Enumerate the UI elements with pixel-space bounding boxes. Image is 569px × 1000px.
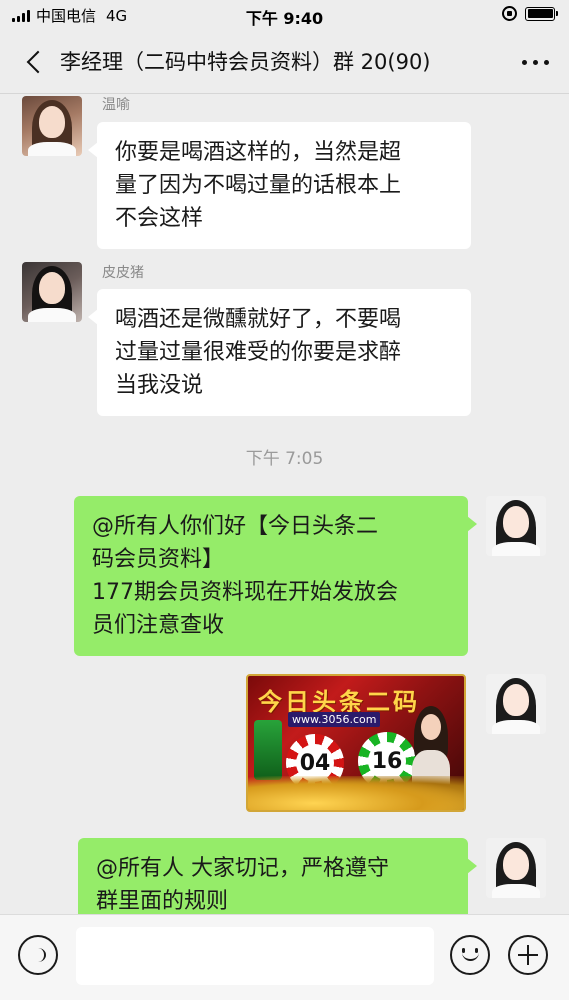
avatar[interactable] (22, 96, 82, 156)
message-line: 177期会员资料现在开始发放会 (92, 580, 398, 605)
sender-name: 皮皮猪 (102, 265, 144, 281)
chat-header: 李经理（二码中特会员资料）群 20(90) (0, 30, 569, 94)
message-bubble[interactable]: @所有人你们好【今日头条二 码会员资料】 177期会员资料现在开始发放会 员们注… (74, 496, 477, 656)
chevron-left-icon[interactable] (26, 50, 46, 74)
message-line: 员们注意查收 (92, 613, 225, 638)
message-line: @所有人 大家切记，严格遵守 (96, 856, 389, 881)
status-bar-right (502, 6, 558, 21)
image-decoration (254, 720, 282, 780)
image-message[interactable]: 今日头条二码 www.3056.com 04 16 (246, 674, 466, 812)
sender-name: 温喻 (102, 97, 130, 113)
message-input[interactable] (76, 927, 434, 985)
chat-title: 李经理（二码中特会员资料）群 20(90) (60, 50, 431, 74)
emoji-icon[interactable] (450, 935, 490, 975)
orientation-lock-icon (502, 6, 517, 21)
my-avatar[interactable] (486, 838, 546, 898)
message-bubble[interactable]: 喝酒还是微醺就好了，不要喝 过量过量很难受的你要是求醉 当我没说 (88, 289, 471, 416)
status-time: 下午 9:40 (245, 9, 324, 28)
input-bar (0, 914, 569, 1000)
avatar[interactable] (22, 262, 82, 322)
message-line: 码会员资料】 (92, 547, 225, 572)
message-line: 当我没说 (115, 373, 204, 398)
message-line: 量了因为不喝过量的话根本上 (115, 173, 402, 198)
message-line: @所有人你们好【今日头条二 (92, 514, 379, 539)
message-line: 群里面的规则 (96, 889, 229, 914)
message-list[interactable]: 温喻 你要是喝酒这样的，当然是超 量了因为不喝过量的话根本上 不会这样 皮皮猪 … (0, 94, 569, 914)
my-avatar[interactable] (486, 496, 546, 556)
plus-icon[interactable] (508, 935, 548, 975)
my-avatar[interactable] (486, 674, 546, 734)
voice-icon[interactable] (18, 935, 58, 975)
battery-icon (525, 6, 558, 21)
message-line: 不会这样 (115, 206, 204, 231)
message-line: 过量过量很难受的你要是求醉 (115, 340, 402, 365)
timestamp: 下午 7:05 (245, 449, 324, 469)
message-line: 喝酒还是微醺就好了，不要喝 (115, 307, 402, 332)
image-url-text: www.3056.com (288, 712, 381, 727)
image-coins (248, 776, 464, 810)
more-icon[interactable] (522, 60, 549, 65)
message-bubble[interactable]: 你要是喝酒这样的，当然是超 量了因为不喝过量的话根本上 不会这样 (88, 122, 471, 249)
status-bar: 中国电信 4G 下午 9:40 (0, 0, 569, 30)
message-bubble[interactable]: @所有人 大家切记，严格遵守 群里面的规则 (78, 838, 477, 914)
message-line: 你要是喝酒这样的，当然是超 (115, 140, 402, 165)
